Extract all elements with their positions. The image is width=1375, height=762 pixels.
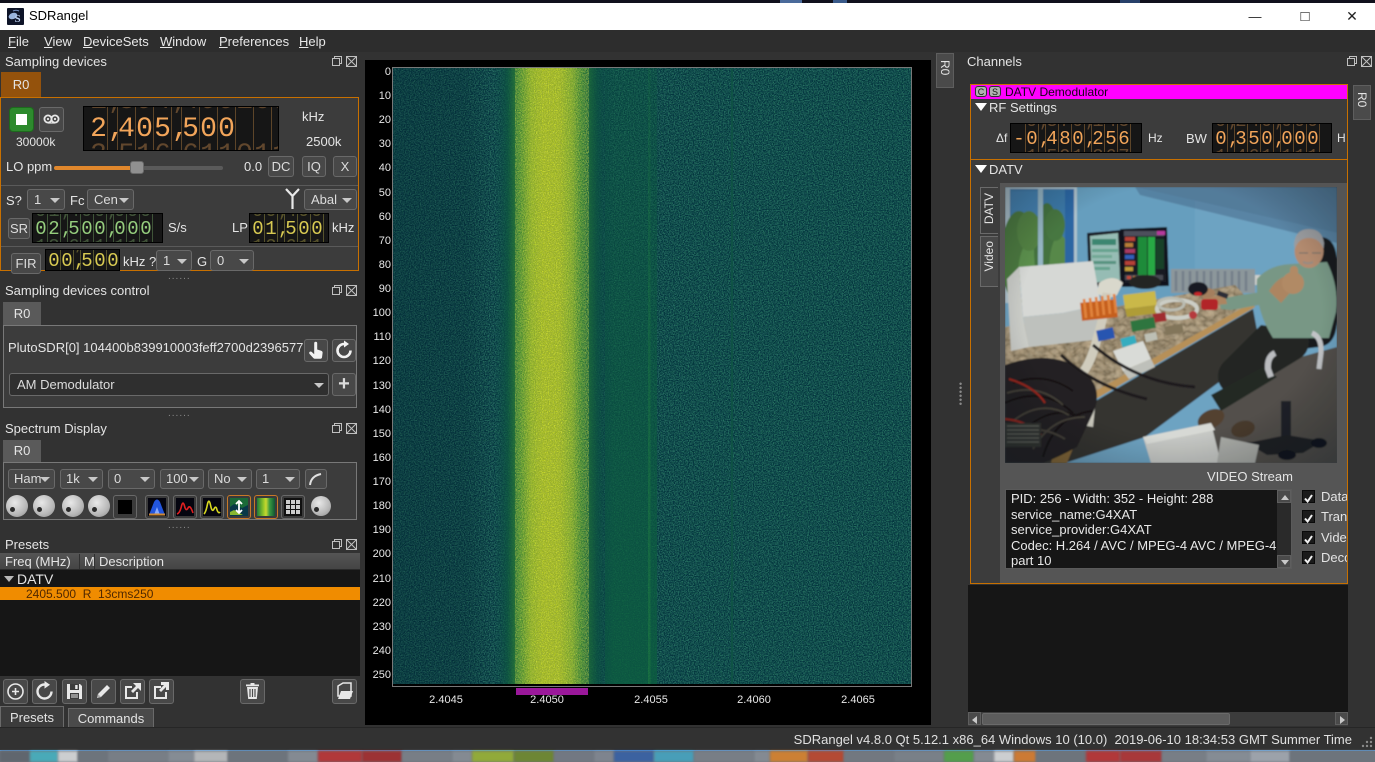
svg-text:S: S [15, 13, 21, 25]
